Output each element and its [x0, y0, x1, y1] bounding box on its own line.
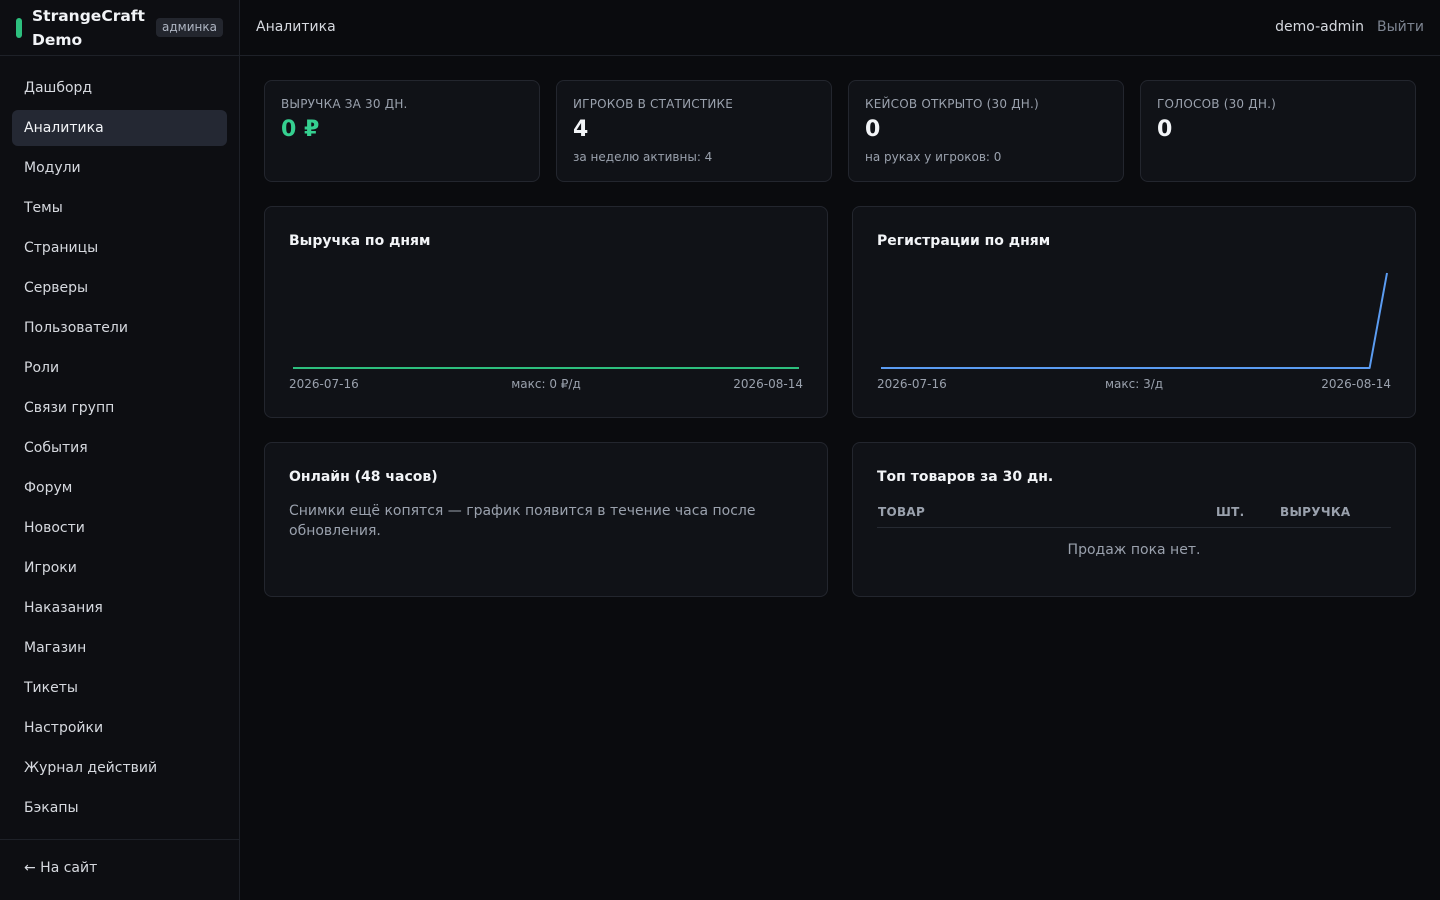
sidebar-item[interactable]: Связи групп — [12, 390, 227, 426]
top-products-title: Топ товаров за 30 дн. — [877, 469, 1054, 485]
registrations-chart-panel: Регистрации по дням макс: 3/д 2026-07-16… — [852, 206, 1416, 418]
registrations-chart — [881, 272, 1388, 369]
sidebar-item[interactable]: Модули — [12, 150, 227, 186]
chart-x-end: 2026-08-14 — [733, 377, 803, 391]
stat-value: 0 — [1157, 117, 1173, 142]
stat-sub: за неделю активны: 4 — [573, 150, 713, 164]
sidebar-item[interactable]: Роли — [12, 350, 227, 386]
sidebar-item[interactable]: Тикеты — [12, 670, 227, 706]
stat-label: ВЫРУЧКА ЗА 30 ДН. — [281, 97, 408, 111]
sidebar-item[interactable]: Дашборд — [12, 70, 227, 106]
sidebar-item[interactable]: Бэкапы — [12, 790, 227, 826]
revenue-chart-panel: Выручка по дням макс: 0 ₽/д 2026-07-16 2… — [264, 206, 828, 418]
sidebar-item[interactable]: Журнал действий — [12, 750, 227, 786]
sidebar-item[interactable]: События — [12, 430, 227, 466]
sidebar-footer: ← На сайт — [0, 839, 239, 900]
sidebar-item[interactable]: Аналитика — [12, 110, 227, 146]
online-panel: Онлайн (48 часов) Снимки ещё копятся — г… — [264, 442, 828, 597]
page-title: Аналитика — [256, 19, 336, 35]
stat-card-cases: КЕЙСОВ ОТКРЫТО (30 ДН.) 0 на руках у игр… — [848, 80, 1124, 182]
chart-title: Регистрации по дням — [877, 233, 1051, 249]
stat-label: КЕЙСОВ ОТКРЫТО (30 ДН.) — [865, 97, 1039, 111]
sidebar-item[interactable]: Пользователи — [12, 310, 227, 346]
stat-sub: на руках у игроков: 0 — [865, 150, 1002, 164]
sidebar-item[interactable]: Темы — [12, 190, 227, 226]
stat-card-revenue: ВЫРУЧКА ЗА 30 ДН. 0 ₽ — [264, 80, 540, 182]
sidebar-item[interactable]: Серверы — [12, 270, 227, 306]
chart-title: Выручка по дням — [289, 233, 431, 249]
brand: StrangeCraft Demo админка — [0, 0, 239, 56]
sidebar-item[interactable]: Настройки — [12, 710, 227, 746]
logout-button[interactable]: Выйти — [1377, 19, 1424, 35]
sidebar-item[interactable]: Наказания — [12, 590, 227, 626]
top-products-panel: Топ товаров за 30 дн. ТОВАР ШТ. ВЫРУЧКА … — [852, 442, 1416, 597]
stat-label: ГОЛОСОВ (30 ДН.) — [1157, 97, 1276, 111]
admin-badge: админка — [156, 18, 223, 37]
table-header-divider — [877, 527, 1391, 528]
brand-name[interactable]: StrangeCraft Demo — [32, 4, 156, 52]
online-message: Снимки ещё копятся — график появится в т… — [289, 503, 756, 539]
sidebar-item[interactable]: Магазин — [12, 630, 227, 666]
stat-value: 4 — [573, 117, 589, 142]
column-header-revenue[interactable]: ВЫРУЧКА — [1280, 505, 1351, 519]
chart-x-start: 2026-07-16 — [289, 377, 359, 391]
chart-x-start: 2026-07-16 — [877, 377, 947, 391]
stat-label: ИГРОКОВ В СТАТИСТИКЕ — [573, 97, 734, 111]
sidebar-item[interactable]: Форум — [12, 470, 227, 506]
stat-value: 0 — [865, 117, 881, 142]
online-title: Онлайн (48 часов) — [289, 469, 438, 485]
revenue-chart — [293, 367, 799, 369]
sidebar-item[interactable]: Игроки — [12, 550, 227, 586]
series-line — [881, 272, 1388, 369]
stat-value: 0 ₽ — [281, 117, 320, 142]
sidebar-item[interactable]: Новости — [12, 510, 227, 546]
stat-card-players: ИГРОКОВ В СТАТИСТИКЕ 4 за неделю активны… — [556, 80, 832, 182]
current-user: demo-admin — [1275, 19, 1364, 35]
column-header-qty[interactable]: ШТ. — [1216, 505, 1244, 519]
chart-x-end: 2026-08-14 — [1321, 377, 1391, 391]
sidebar: StrangeCraft Demo админка Дашборд Аналити… — [0, 0, 240, 900]
back-to-site-link[interactable]: ← На сайт — [24, 860, 97, 876]
brand-accent-bar — [16, 17, 22, 38]
topbar: Аналитика demo-admin Выйти — [240, 0, 1440, 56]
sidebar-nav: Дашборд Аналитика Модули Темы Страницы Сервер… — [0, 56, 239, 826]
empty-state: Продаж пока нет. — [1067, 542, 1201, 558]
sidebar-item[interactable]: Страницы — [12, 230, 227, 266]
column-header-product[interactable]: ТОВАР — [878, 505, 925, 519]
stat-card-votes: ГОЛОСОВ (30 ДН.) 0 — [1140, 80, 1416, 182]
